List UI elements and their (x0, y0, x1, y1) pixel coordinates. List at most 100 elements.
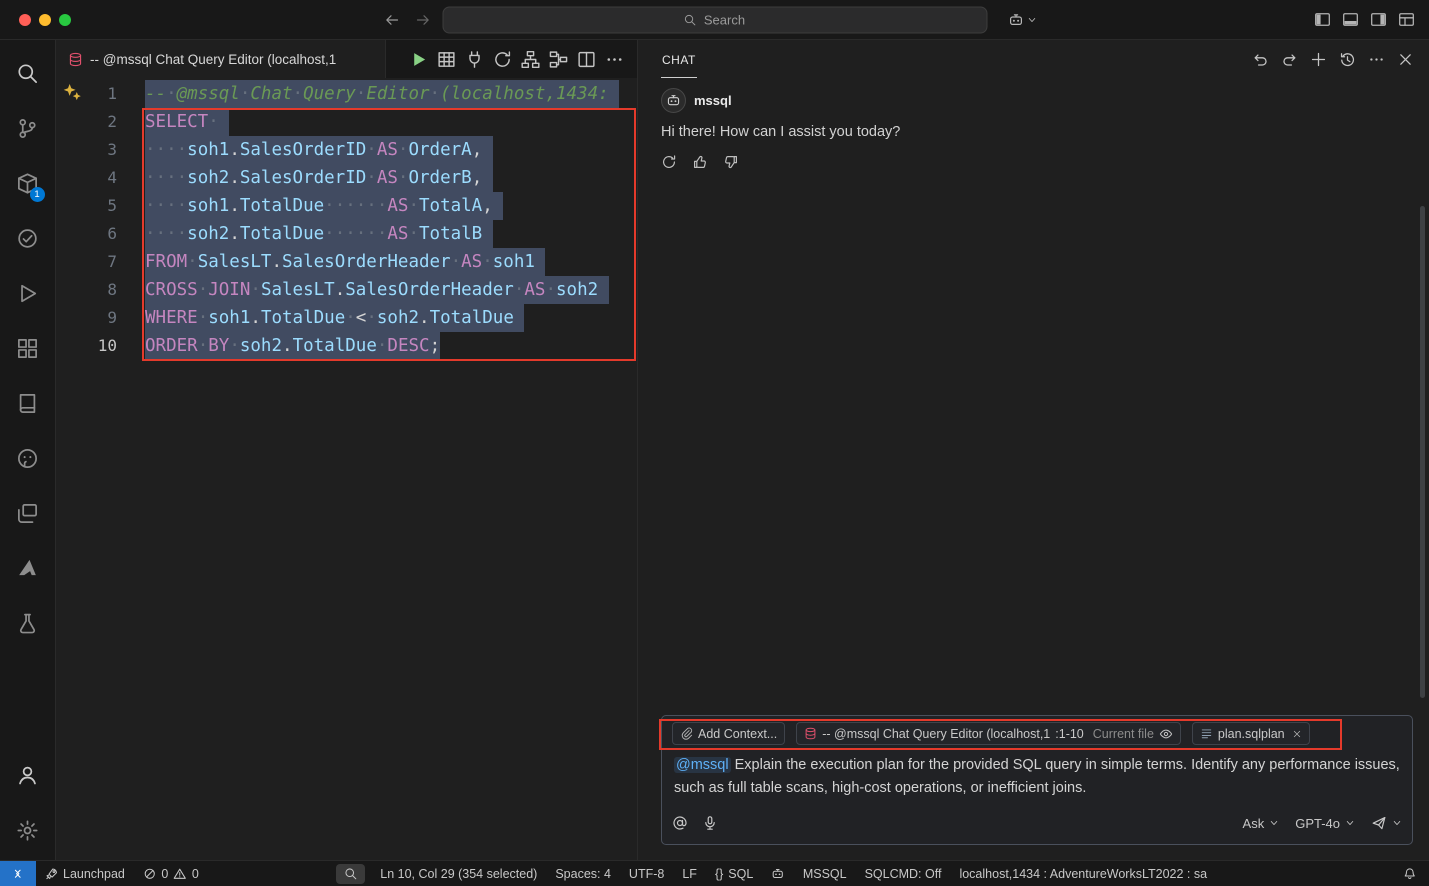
status-encoding[interactable]: UTF-8 (620, 861, 673, 886)
thumbs-down-button[interactable] (723, 154, 739, 170)
editor-toolbar (386, 40, 637, 78)
chip-current-file[interactable]: -- @mssql Chat Query Editor (localhost,1… (796, 722, 1181, 745)
activity-item-azure[interactable] (4, 541, 52, 596)
activity-item-notebooks[interactable] (4, 376, 52, 431)
chat-history-button[interactable] (1339, 51, 1356, 68)
connect-button[interactable] (465, 50, 484, 69)
add-mention-button[interactable] (672, 815, 688, 831)
model-dropdown[interactable]: GPT-4o (1295, 816, 1355, 831)
code-editor[interactable]: 1--·@mssql·Chat·Query·Editor·(localhost,… (56, 78, 637, 860)
run-debug-icon (16, 282, 39, 305)
code-line-2[interactable]: 2SELECT· (56, 108, 637, 136)
voice-input-button[interactable] (702, 815, 718, 831)
remote-icon (11, 867, 25, 881)
activity-item-run-debug[interactable] (4, 266, 52, 321)
activity-item-accounts[interactable] (4, 748, 52, 803)
chat-header: CHAT (638, 40, 1429, 78)
activity-item-settings[interactable] (4, 803, 52, 858)
query-plan-button[interactable] (549, 50, 568, 69)
ellipsis-icon (605, 50, 624, 69)
mode-dropdown[interactable]: Ask (1243, 816, 1280, 831)
database-file-icon (68, 52, 83, 67)
close-icon (1292, 729, 1302, 739)
editor-tab[interactable]: -- @mssql Chat Query Editor (localhost,1 (56, 40, 386, 78)
search-icon (684, 13, 697, 26)
status-mssql-provider[interactable]: MSSQL (794, 861, 856, 886)
code-line-5[interactable]: 5····soh1.TotalDue······AS·TotalA, (56, 192, 637, 220)
run-query-button[interactable] (409, 50, 428, 69)
activity-item-database-projects[interactable] (4, 596, 52, 651)
maximize-window-button[interactable] (59, 14, 71, 26)
regenerate-button[interactable] (661, 154, 677, 170)
go-forward-button[interactable] (415, 12, 431, 28)
close-window-button[interactable] (19, 14, 31, 26)
chat-input-container[interactable]: Add Context... -- @mssql Chat Query Edito… (661, 715, 1413, 845)
chat-input-text[interactable]: @mssql Explain the execution plan for th… (674, 754, 1400, 800)
activity-item-remote-explorer[interactable]: 1 (4, 156, 52, 211)
activity-item-testing[interactable] (4, 211, 52, 266)
tab-bar: -- @mssql Chat Query Editor (localhost,1 (56, 40, 637, 78)
status-cursor-position[interactable]: Ln 10, Col 29 (354 selected) (371, 861, 546, 886)
chat-panel-title[interactable]: CHAT (661, 40, 697, 78)
chip-range: :1-10 (1055, 727, 1084, 741)
mic-icon (702, 815, 718, 831)
chat-more-button[interactable] (1368, 51, 1385, 68)
toggle-primary-sidebar-button[interactable] (1314, 11, 1331, 28)
robot-icon (666, 93, 681, 108)
remove-chip-button[interactable] (1292, 729, 1302, 739)
chat-header-actions (1252, 51, 1414, 68)
customize-layout-button[interactable] (1398, 11, 1415, 28)
status-connection[interactable]: localhost,1434 : AdventureWorksLT2022 : … (950, 861, 1216, 886)
status-launchpad[interactable]: Launchpad (36, 861, 134, 886)
copilot-menu-button[interactable] (1008, 12, 1037, 28)
status-sqlcmd[interactable]: SQLCMD: Off (856, 861, 951, 886)
status-problems[interactable]: 00 (134, 861, 208, 886)
more-actions-button[interactable] (605, 50, 624, 69)
go-back-button[interactable] (384, 12, 400, 28)
status-indentation[interactable]: Spaces: 4 (546, 861, 620, 886)
send-button[interactable] (1371, 815, 1402, 831)
chat-redo-button[interactable] (1281, 51, 1298, 68)
code-line-4[interactable]: 4····soh2.SalesOrderID·AS·OrderB, (56, 164, 637, 192)
code-line-3[interactable]: 3····soh1.SalesOrderID·AS·OrderA, (56, 136, 637, 164)
results-grid-button[interactable] (437, 50, 456, 69)
github-icon (16, 447, 39, 470)
code-line-7[interactable]: 7FROM·SalesLT.SalesOrderHeader·AS·soh1 (56, 248, 637, 276)
minimize-window-button[interactable] (39, 14, 51, 26)
chip-plan-file[interactable]: plan.sqlplan (1192, 722, 1310, 745)
toggle-secondary-sidebar-button[interactable] (1370, 11, 1387, 28)
activity-item-remote-windows[interactable] (4, 486, 52, 541)
change-connection-button[interactable] (493, 50, 512, 69)
status-zoom[interactable] (336, 864, 366, 884)
status-language-mode[interactable]: {}SQL (706, 861, 762, 886)
command-center-search[interactable]: Search (442, 6, 987, 33)
code-line-8[interactable]: 8CROSS·JOIN·SalesLT.SalesOrderHeader·AS·… (56, 276, 637, 304)
chat-close-button[interactable] (1397, 51, 1414, 68)
chat-scrollbar[interactable] (1420, 206, 1425, 698)
code-line-1[interactable]: 1--·@mssql·Chat·Query·Editor·(localhost,… (56, 80, 637, 108)
status-copilot[interactable] (762, 861, 794, 886)
line-number: 2 (56, 108, 117, 136)
thumbs-up-button[interactable] (692, 154, 708, 170)
activity-item-github[interactable] (4, 431, 52, 486)
status-notifications[interactable] (1394, 861, 1429, 886)
tab-title: -- @mssql Chat Query Editor (localhost,1 (90, 52, 336, 67)
flask-icon (16, 612, 39, 635)
chat-new-chat-button[interactable] (1310, 51, 1327, 68)
activity-item-extensions[interactable] (4, 321, 52, 376)
activity-item-search[interactable] (4, 46, 52, 101)
editor-group: -- @mssql Chat Query Editor (localhost,1… (56, 40, 638, 860)
toggle-panel-button[interactable] (1342, 11, 1359, 28)
copilot-sparkle-icon[interactable] (63, 83, 82, 102)
code-line-6[interactable]: 6····soh2.TotalDue······AS·TotalB (56, 220, 637, 248)
split-editor-button[interactable] (577, 50, 596, 69)
chip-add-context[interactable]: Add Context... (672, 722, 785, 745)
activity-item-source-control[interactable] (4, 101, 52, 156)
code-line-9[interactable]: 9WHERE·soh1.TotalDue·<·soh2.TotalDue (56, 304, 637, 332)
status-remote[interactable] (0, 861, 36, 886)
chat-undo-button[interactable] (1252, 51, 1269, 68)
status-eol[interactable]: LF (673, 861, 706, 886)
schema-button[interactable] (521, 50, 540, 69)
mention-chip[interactable]: @mssql (674, 757, 731, 773)
code-line-10[interactable]: 10ORDER·BY·soh2.TotalDue·DESC; (56, 332, 637, 360)
